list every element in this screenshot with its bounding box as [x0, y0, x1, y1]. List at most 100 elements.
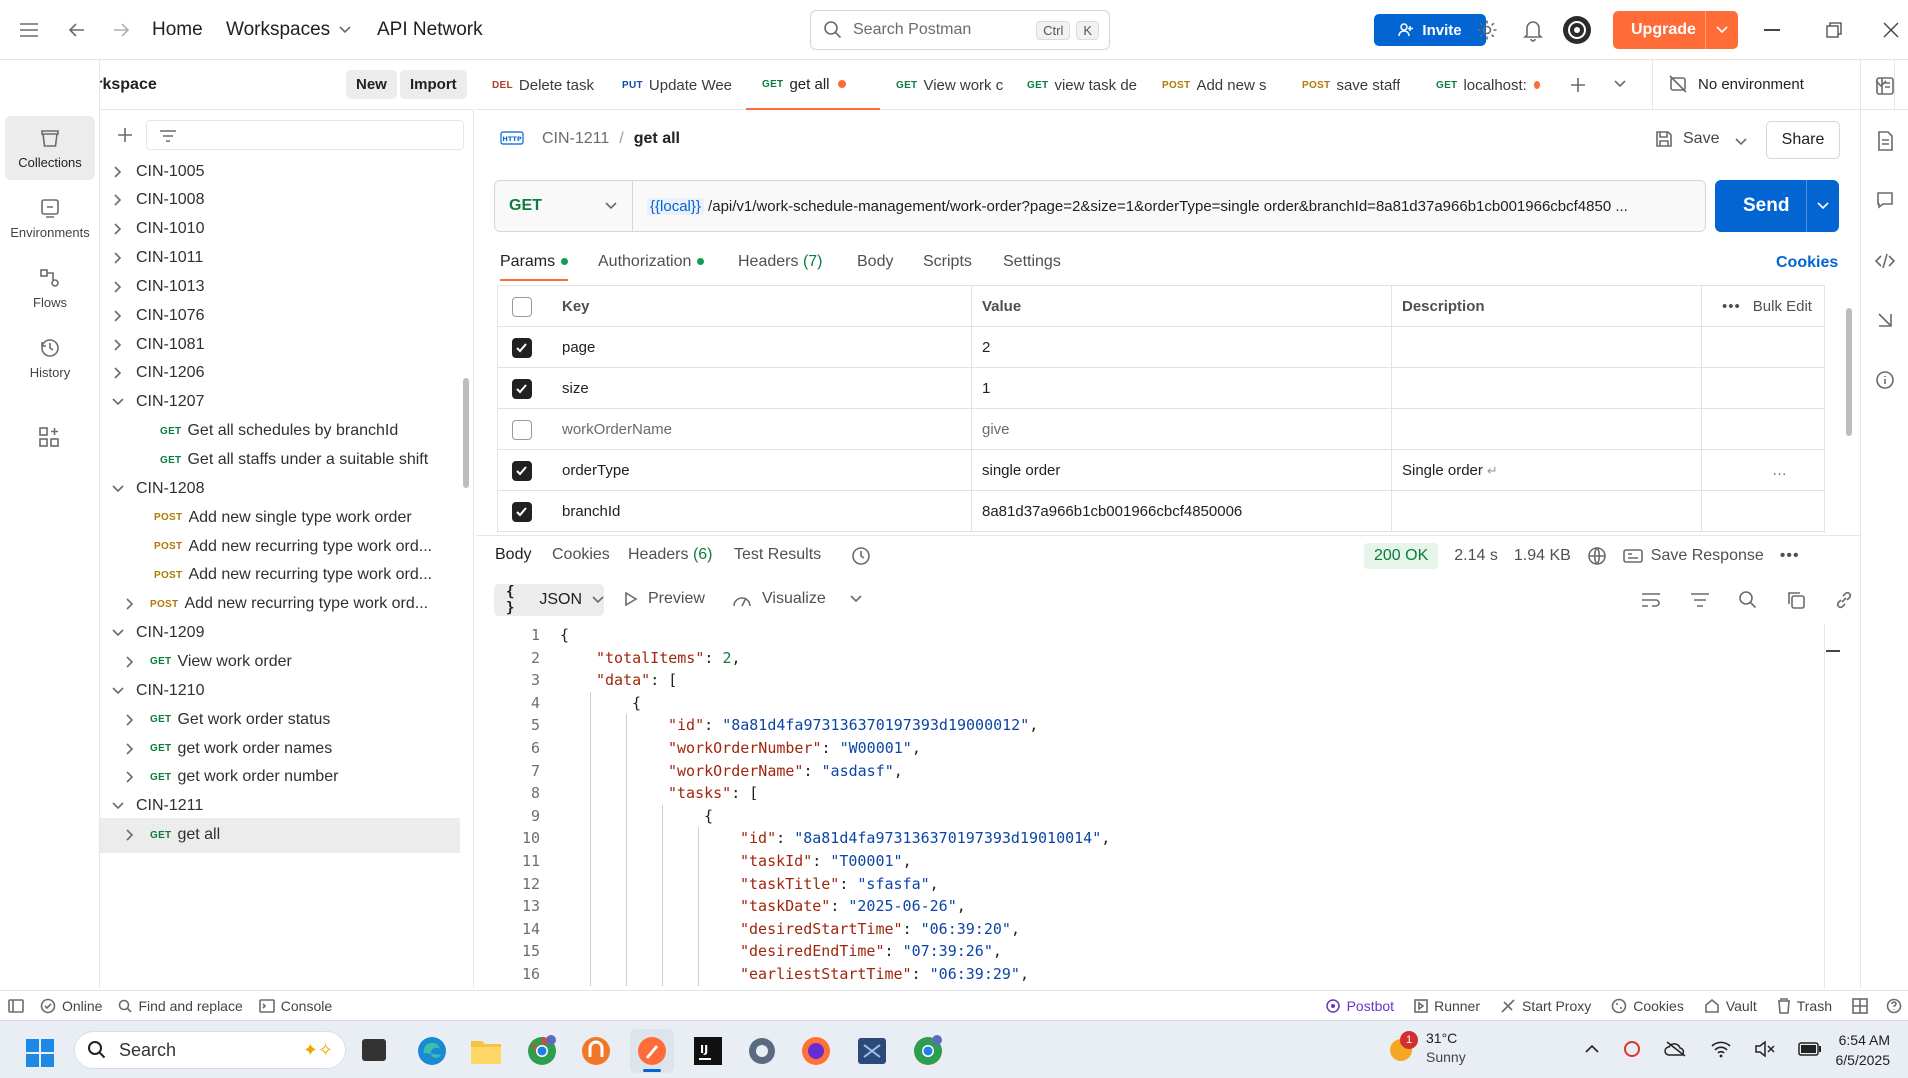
help-icon[interactable] [1886, 998, 1902, 1014]
param-checkbox[interactable] [512, 419, 532, 440]
params-scrollbar[interactable] [1846, 308, 1852, 436]
minimize-icon[interactable] [1764, 29, 1780, 31]
chrome-icon[interactable] [526, 1035, 558, 1067]
related-icon[interactable] [1875, 310, 1895, 330]
request-tab[interactable]: DEL Delete task [476, 60, 606, 110]
tab-settings[interactable]: Settings [1003, 253, 1061, 271]
runner-button[interactable]: Runner [1414, 998, 1480, 1014]
postman-active-app[interactable] [630, 1029, 674, 1073]
layout-grid-icon[interactable] [1852, 997, 1868, 1014]
request-tab[interactable]: GET View work c [880, 60, 1011, 110]
copy-icon[interactable] [1786, 590, 1806, 610]
request-tab[interactable]: POST Add new s [1146, 60, 1286, 110]
onedrive-icon[interactable] [1664, 1040, 1688, 1058]
resp-tab-cookies[interactable]: Cookies [552, 546, 610, 564]
import-button[interactable]: Import [400, 70, 467, 99]
tree-request[interactable]: GET get all [100, 817, 460, 853]
chevron-right-icon[interactable] [110, 222, 126, 236]
close-icon[interactable] [1882, 21, 1900, 39]
weather-widget[interactable]: 1 31°C Sunny [1386, 1029, 1466, 1067]
wrap-lines-icon[interactable] [1640, 591, 1662, 609]
share-button[interactable]: Share [1766, 121, 1840, 159]
tab-body[interactable]: Body [857, 253, 893, 271]
chevron-down-icon[interactable] [110, 801, 126, 811]
method-selector[interactable]: GET [495, 181, 633, 231]
rail-history[interactable]: History [5, 326, 95, 390]
chevron-right-icon[interactable] [122, 828, 138, 842]
chevron-right-icon[interactable] [110, 309, 126, 323]
docs-panel-icon[interactable] [1875, 76, 1895, 96]
search-box[interactable]: Search Postman Ctrl K [810, 10, 1110, 50]
bell-icon[interactable] [1522, 18, 1544, 42]
forward-icon[interactable] [110, 19, 132, 41]
postbot-button[interactable]: Postbot [1325, 998, 1394, 1014]
chevron-right-icon[interactable] [122, 597, 138, 611]
param-checkbox[interactable] [512, 337, 532, 358]
param-key[interactable]: page [552, 327, 972, 368]
request-tab[interactable]: PUT Update Wee [606, 60, 746, 110]
remote-desktop-icon[interactable] [856, 1035, 888, 1067]
filter-icon[interactable] [1690, 592, 1710, 608]
cookies-status-button[interactable]: Cookies [1611, 998, 1684, 1014]
task-view-icon[interactable] [362, 1039, 386, 1061]
param-description-cell[interactable] [1392, 368, 1702, 409]
param-value[interactable]: give [972, 409, 1392, 450]
param-key[interactable]: branchId [552, 491, 972, 532]
workspaces-menu[interactable]: Workspaces [226, 19, 352, 41]
response-size[interactable]: 1.94 KB [1514, 547, 1571, 565]
resp-tab-test-results[interactable]: Test Results [734, 546, 821, 564]
param-key[interactable]: orderType [552, 450, 972, 491]
chevron-right-icon[interactable] [122, 742, 138, 756]
param-value[interactable]: 1 [972, 368, 1392, 409]
chevron-right-icon[interactable] [122, 655, 138, 669]
rail-collections[interactable]: Collections [5, 116, 95, 180]
toggle-sidebar-icon[interactable] [8, 998, 24, 1013]
tab-scripts[interactable]: Scripts [923, 253, 972, 271]
rail-flows[interactable]: Flows [5, 256, 95, 320]
clock[interactable]: 6:54 AM 6/5/2025 [1810, 1030, 1891, 1070]
chevron-right-icon[interactable] [110, 251, 126, 265]
request-tab[interactable]: GET view task de [1011, 60, 1146, 110]
resp-tab-body[interactable]: Body [495, 546, 531, 564]
home-link[interactable]: Home [152, 19, 203, 41]
chevron-down-icon[interactable] [110, 397, 126, 407]
chevron-down-icon[interactable] [110, 628, 126, 638]
response-time[interactable]: 2.14 s [1454, 547, 1498, 565]
chevron-right-icon[interactable] [110, 193, 126, 207]
param-value[interactable]: 2 [972, 327, 1392, 368]
console-button[interactable]: Console [258, 998, 332, 1014]
chrome-profile-icon[interactable] [912, 1035, 944, 1067]
comments-icon[interactable] [1875, 190, 1895, 210]
info-icon[interactable] [1875, 370, 1895, 390]
new-tab-plus-icon[interactable] [1569, 76, 1587, 94]
add-modules-icon[interactable] [38, 426, 60, 448]
cookies-link[interactable]: Cookies [1776, 254, 1838, 272]
chevron-right-icon[interactable] [122, 770, 138, 784]
new-button[interactable]: New [346, 70, 397, 99]
avatar[interactable] [1562, 15, 1592, 45]
save-options-chevron-icon[interactable] [1734, 137, 1748, 147]
bulk-edit-button[interactable]: ••• Bulk Edit [1712, 286, 1812, 327]
chevron-up-icon[interactable] [1584, 1044, 1600, 1054]
history-icon[interactable] [850, 545, 872, 567]
code-icon[interactable] [1874, 252, 1896, 270]
file-explorer-icon[interactable] [470, 1037, 502, 1065]
rail-environments[interactable]: Environments [5, 186, 95, 250]
select-all-checkbox[interactable] [512, 296, 532, 317]
param-description-cell[interactable] [1392, 409, 1702, 450]
invite-button[interactable]: Invite [1374, 14, 1486, 46]
chevron-right-icon[interactable] [110, 280, 126, 294]
taskbar-search[interactable]: Search ✦✧ [74, 1031, 346, 1069]
response-body-code[interactable]: 1{2 "totalItems": 2, 3 "data": [4{5 "id": "8… [494, 624, 1824, 988]
link-icon[interactable] [1834, 590, 1854, 610]
windows-start-icon[interactable] [26, 1039, 54, 1067]
request-tab[interactable]: GET get all [746, 60, 880, 110]
upgrade-button[interactable]: Upgrade [1613, 11, 1738, 49]
settings-app-icon[interactable] [746, 1035, 778, 1067]
save-button[interactable]: Save [1655, 130, 1719, 148]
visualize-button[interactable]: Visualize [732, 590, 862, 608]
param-key[interactable]: workOrderName [552, 409, 972, 450]
back-icon[interactable] [66, 19, 88, 41]
send-button[interactable]: Send [1715, 180, 1839, 232]
globe-icon[interactable] [1587, 546, 1607, 566]
